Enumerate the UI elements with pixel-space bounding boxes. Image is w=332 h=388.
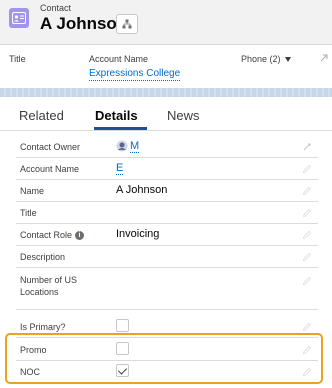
account-name-link[interactable]: Expressions College xyxy=(89,68,181,81)
contact-owner-value: M xyxy=(116,140,140,153)
description-label: Description xyxy=(20,252,66,262)
pencil-icon[interactable] xyxy=(302,164,312,174)
expand-icon[interactable] xyxy=(320,54,328,62)
phone-dropdown[interactable]: Phone (2) xyxy=(241,54,291,64)
tab-related[interactable]: Related xyxy=(19,108,64,123)
change-owner-icon[interactable] xyxy=(302,142,312,152)
field-contact-role: Contact Role i Invoicing xyxy=(16,224,318,246)
contact-card-icon xyxy=(9,8,29,28)
field-us-locations: Number of US Locations xyxy=(16,268,318,310)
pencil-icon[interactable] xyxy=(302,322,312,332)
field-name: Name A Johnson xyxy=(16,180,318,202)
hierarchy-icon xyxy=(122,19,132,29)
field-contact-owner: Contact Owner M xyxy=(16,136,318,158)
name-value: A Johnson xyxy=(116,184,168,196)
title-field-label: Title xyxy=(20,208,37,218)
avatar xyxy=(116,140,128,152)
contact-owner-label: Contact Owner xyxy=(20,142,81,152)
record-tabs: Related Details News xyxy=(0,97,332,131)
account-name-field-link[interactable]: E xyxy=(116,162,124,175)
tab-news[interactable]: News xyxy=(167,108,200,123)
us-locations-label: Number of US Locations xyxy=(20,275,78,297)
contact-owner-link[interactable]: M xyxy=(130,140,140,153)
chevron-down-icon xyxy=(284,56,291,62)
field-account-name: Account Name E xyxy=(16,158,318,180)
pencil-icon[interactable] xyxy=(302,252,312,262)
contact-role-label: Contact Role i xyxy=(20,229,85,241)
account-name-field-value: E xyxy=(116,162,124,175)
hierarchy-button[interactable] xyxy=(116,14,138,34)
pencil-icon[interactable] xyxy=(302,230,312,240)
is-primary-checkbox[interactable] xyxy=(116,319,129,332)
contact-role-value: Invoicing xyxy=(116,228,160,240)
info-icon[interactable]: i xyxy=(75,231,85,241)
active-tab-indicator xyxy=(94,127,147,130)
record-name: A Johnson xyxy=(40,14,128,33)
highlights-panel: Title Account Name Expressions College P… xyxy=(0,46,332,88)
record-header: Contact A Johnson xyxy=(0,0,332,45)
title-label: Title xyxy=(9,54,26,64)
tab-details[interactable]: Details xyxy=(95,108,138,123)
pencil-icon[interactable] xyxy=(302,276,312,286)
record-type-label: Contact xyxy=(40,3,72,13)
account-name-field-label: Account Name xyxy=(20,164,80,174)
field-title: Title xyxy=(16,202,318,224)
divider-stripe xyxy=(0,88,332,97)
is-primary-label: Is Primary? xyxy=(20,322,66,332)
field-description: Description xyxy=(16,246,318,268)
highlight-annotation-box xyxy=(5,333,323,384)
pencil-icon[interactable] xyxy=(302,208,312,218)
account-name-label: Account Name xyxy=(89,54,149,64)
name-label: Name xyxy=(20,186,45,196)
pencil-icon[interactable] xyxy=(302,186,312,196)
phone-label: Phone (2) xyxy=(241,54,281,64)
contact-role-label-text: Contact Role xyxy=(20,230,73,240)
